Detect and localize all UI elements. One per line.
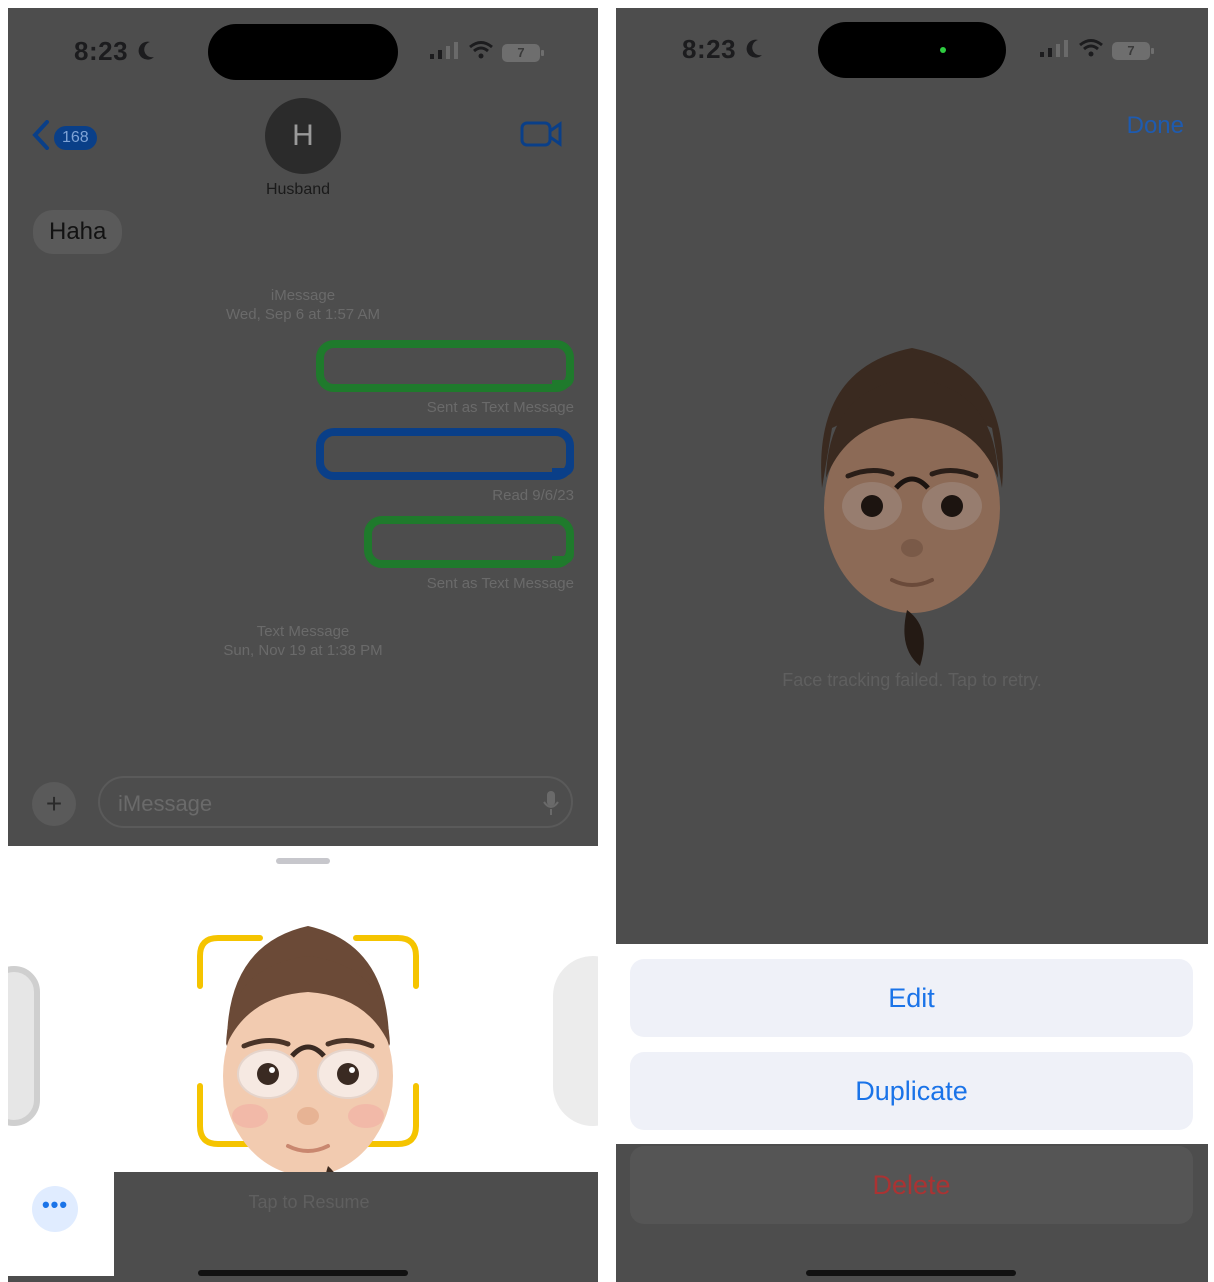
plus-icon[interactable]: + xyxy=(32,782,76,826)
message-composer: + iMessage xyxy=(28,776,578,828)
camera-indicator xyxy=(940,47,946,53)
outgoing-message-bubble[interactable] xyxy=(364,516,574,568)
more-icon[interactable]: ••• xyxy=(32,1186,78,1232)
service-label: iMessage xyxy=(270,287,336,304)
cellular-signal-icon xyxy=(430,40,460,65)
moon-icon xyxy=(744,38,764,65)
status-time: 8:23 xyxy=(682,34,737,64)
tap-to-resume-label[interactable]: Tap to Resume xyxy=(114,1192,504,1213)
conversation-meta: iMessage Wed, Sep 6 at 1:57 AM xyxy=(188,286,418,324)
incoming-message-bubble[interactable]: Haha xyxy=(33,210,123,254)
memoji-thumbnail[interactable] xyxy=(553,956,598,1126)
edit-button[interactable]: Edit xyxy=(630,959,1193,1037)
wifi-icon xyxy=(468,40,494,65)
done-button[interactable]: Done xyxy=(1127,112,1184,140)
battery-icon: 7 xyxy=(502,43,544,62)
read-receipt: Read 9/6/23 xyxy=(492,487,574,504)
status-icons: 7 xyxy=(430,40,544,65)
wifi-icon xyxy=(1078,38,1104,63)
dynamic-island xyxy=(818,22,1006,78)
contact-name[interactable]: Husband xyxy=(208,181,388,199)
chevron-left-icon xyxy=(32,120,50,155)
video-call-icon[interactable] xyxy=(520,120,562,153)
duplicate-button[interactable]: Duplicate xyxy=(630,1052,1193,1130)
memoji-thumbnail[interactable] xyxy=(8,966,40,1126)
memoji-avatar[interactable] xyxy=(792,348,1032,668)
face-tracking-message[interactable]: Face tracking failed. Tap to retry. xyxy=(616,670,1208,691)
home-indicator[interactable] xyxy=(198,1270,408,1276)
unread-count-badge: 168 xyxy=(54,125,97,150)
battery-icon: 7 xyxy=(1112,41,1154,60)
dynamic-island xyxy=(208,24,398,80)
dim-overlay: Tap to Resume xyxy=(114,1172,598,1276)
back-button[interactable]: 168 xyxy=(32,120,97,155)
timestamp-label: Wed, Sep 6 at 1:57 AM xyxy=(226,306,380,323)
memoji-sheet: Tap to Resume ••• xyxy=(8,846,598,1276)
action-sheet: Edit Duplicate xyxy=(616,944,1208,1144)
delivery-status: Sent as Text Message xyxy=(426,575,574,592)
timestamp-label: Sun, Nov 19 at 1:38 PM xyxy=(223,642,383,659)
message-input[interactable]: iMessage xyxy=(98,776,573,828)
left-phone-screen: 8:23 7 168 H Husband Haha iMessage Wed, … xyxy=(8,8,598,1282)
status-time: 8:23 xyxy=(74,36,129,66)
cellular-signal-icon xyxy=(1040,38,1070,63)
status-icons: 7 xyxy=(1040,38,1154,63)
mic-icon[interactable] xyxy=(542,790,560,821)
sheet-grabber[interactable] xyxy=(276,858,330,864)
delete-button[interactable]: Delete xyxy=(630,1146,1193,1224)
outgoing-message-bubble[interactable] xyxy=(316,428,574,480)
conversation-meta: Text Message Sun, Nov 19 at 1:38 PM xyxy=(188,622,418,660)
moon-icon xyxy=(136,40,156,67)
right-phone-screen: 8:23 7 Done Face tracking failed. Tap to… xyxy=(616,8,1208,1282)
home-indicator[interactable] xyxy=(806,1270,1016,1276)
contact-avatar[interactable]: H xyxy=(265,98,341,174)
delivery-status: Sent as Text Message xyxy=(426,399,574,416)
service-label: Text Message xyxy=(256,623,350,640)
memoji-avatar[interactable] xyxy=(188,926,428,1206)
outgoing-message-bubble[interactable] xyxy=(316,340,574,392)
